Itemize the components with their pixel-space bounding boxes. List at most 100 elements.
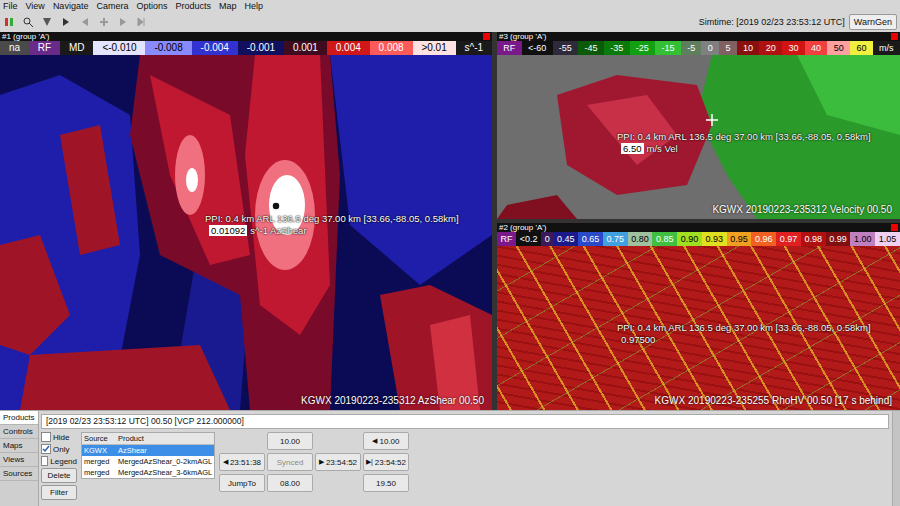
menu-item[interactable]: View [26,1,45,11]
time-button[interactable]: JumpTo [219,474,265,492]
close-icon[interactable] [483,33,490,40]
menu-bar: File View Navigate Camera Options Products Map… [0,0,900,12]
tool-icon[interactable] [79,16,91,28]
colorbar-segment: 50 [827,41,850,55]
colorbar-segment: RF [497,232,516,246]
product-label: KGWX 20190223-235312 AzShear 00.50 [301,395,484,406]
pane-header: #1 (group 'A') naRFMD<-0.010-0.008-0.004… [0,32,492,55]
check-icon [42,445,50,453]
time-button[interactable]: ▶|23:54:52 [363,453,409,471]
table-row[interactable]: mergedMergedAzShear_0-2kmAGL [82,456,214,467]
menu-item[interactable]: File [3,1,18,11]
radar-pane[interactable]: #2 (group 'A') RF<0.200.450.650.750.800.… [497,223,900,410]
menu-item[interactable]: Camera [96,1,128,11]
colorbar-segment: na [0,41,29,55]
colorbar: RF<0.200.450.650.750.800.850.900.930.950… [497,232,900,246]
side-tab[interactable]: Views [0,453,38,467]
colorbar-segment: RF [497,41,522,55]
option-checkbox[interactable]: Only [41,444,77,454]
colorbar-segment: <-60 [522,41,553,55]
colorbar-segment: 30 [782,41,805,55]
close-icon[interactable] [891,33,898,40]
colorbar-segment: <0.2 [516,232,541,246]
colorbar-segment: 40 [805,41,828,55]
colorbar-segment: 1.05 [875,232,900,246]
pane-header: #3 (group 'A') RF<-60-55-45-35-25-15-505… [497,32,900,55]
colorbar-segment: 0.96 [751,232,776,246]
colorbar-segment: 0.97 [776,232,801,246]
product-label: KGWX 20190223-235255 RhoHV 00.50 [17 s b… [655,395,892,406]
side-tab[interactable]: Controls [0,425,38,439]
colorbar-segment: >0.01 [413,41,456,55]
tool-icon[interactable] [98,16,110,28]
colorbar-segment: m/s [873,41,900,55]
time-button[interactable]: 19.50 [363,474,409,492]
time-button[interactable]: ◀23:51:38 [219,453,265,471]
product-table: SourceProduct KGWXAzShearmergedMergedAzS… [81,432,215,479]
colorbar-segment: -35 [604,41,630,55]
table-row[interactable]: mergedMergedAzShear_3-6kmAGL [82,467,214,478]
colorbar-segment: -0.004 [192,41,238,55]
menu-item[interactable]: Help [245,1,264,11]
colorbar-segment: s^-1 [456,41,492,55]
product-label: KGWX 20190223-235312 Velocity 00.50 [712,204,892,215]
option-checkbox[interactable]: Hide [41,432,77,442]
time-button[interactable]: ◀10.00 [363,432,409,450]
action-button[interactable]: Delete [41,468,77,483]
radar-pane[interactable]: #3 (group 'A') RF<-60-55-45-35-25-15-505… [497,32,900,219]
control-panel: ProductsControlsMapsViewsSources [2019 0… [0,410,900,506]
warngen-button[interactable]: WarnGen [849,14,897,30]
colorbar-segment: 10 [737,41,760,55]
table-row[interactable]: KGWXAzShear [82,445,214,456]
app-window: File View Navigate Camera Options Products Map… [0,0,900,506]
time-button[interactable]: ▶23:54:52 [315,453,361,471]
time-button[interactable]: 08.00 [267,474,313,492]
tool-icon[interactable] [3,16,15,28]
radar-pane[interactable]: #1 (group 'A') naRFMD<-0.010-0.008-0.004… [0,32,492,410]
info-field: [2019 02/23 23:53:12 UTC] 00.50 [VCP 212… [41,414,889,429]
colorbar-segment: -15 [655,41,681,55]
colorbar-segment: MD [60,41,93,55]
colorbar-segment: 0.93 [702,232,727,246]
scrollbar[interactable] [892,411,900,506]
tool-icon[interactable] [22,16,34,28]
menu-item[interactable]: Navigate [53,1,89,11]
side-tab[interactable]: Sources [0,467,38,481]
time-controls: 10.00 ◀10.00 ◀23:51:38Synced▶23:54:52▶|23:… [219,432,409,500]
colorbar-segment: RF [29,41,60,55]
readout: PPI: 0.4 km ARL 136.5 deg 37.00 km [33.6… [205,213,459,236]
menu-item[interactable]: Options [136,1,167,11]
colorbar-segment: -25 [630,41,656,55]
menu-item[interactable]: Products [175,1,211,11]
toolbar: Simtime: [2019 02/23 23:53:12 UTC] WarnG… [0,12,900,32]
readout: PPI: 0.4 km ARL 136.5 deg 37.00 km [33.6… [617,322,871,345]
side-tab[interactable]: Maps [0,439,38,453]
tool-icon[interactable] [136,16,148,28]
tool-icon[interactable] [41,16,53,28]
colorbar-segment: -0.008 [145,41,191,55]
time-button[interactable]: Synced [267,453,313,471]
option-checkbox[interactable]: Legend [41,456,77,466]
colorbar-segment: 0.004 [327,41,370,55]
colorbar-segment: -45 [578,41,604,55]
close-icon[interactable] [891,224,898,231]
menu-item[interactable]: Map [219,1,237,11]
colorbar-segment: 1.00 [850,232,875,246]
side-tabs: ProductsControlsMapsViewsSources [0,411,39,506]
colorbar-segment: 0.008 [370,41,413,55]
colorbar-segment: 5 [719,41,737,55]
radar-image[interactable]: PPI: 0.4 km ARL 136.5 deg 37.00 km [33.6… [497,246,900,410]
colorbar-segment: 0.90 [677,232,702,246]
pane-title: #1 (group 'A') [0,32,492,41]
radar-image[interactable]: PPI: 0.4 km ARL 136.5 deg 37.00 km [33.6… [0,55,492,410]
colorbar-segment: 0.45 [553,232,578,246]
tool-icon[interactable] [60,16,72,28]
action-button[interactable]: Filter [41,485,77,500]
side-tab[interactable]: Products [0,411,38,425]
tool-icon[interactable] [117,16,129,28]
time-button[interactable]: 10.00 [267,432,313,450]
colorbar-segment: -5 [681,41,702,55]
radar-image[interactable]: PPI: 0.4 km ARL 136.5 deg 37.00 km [33.6… [497,55,900,219]
colorbar-segment: 60 [850,41,873,55]
colorbar: RF<-60-55-45-35-25-15-505102030405060m/s [497,41,900,55]
